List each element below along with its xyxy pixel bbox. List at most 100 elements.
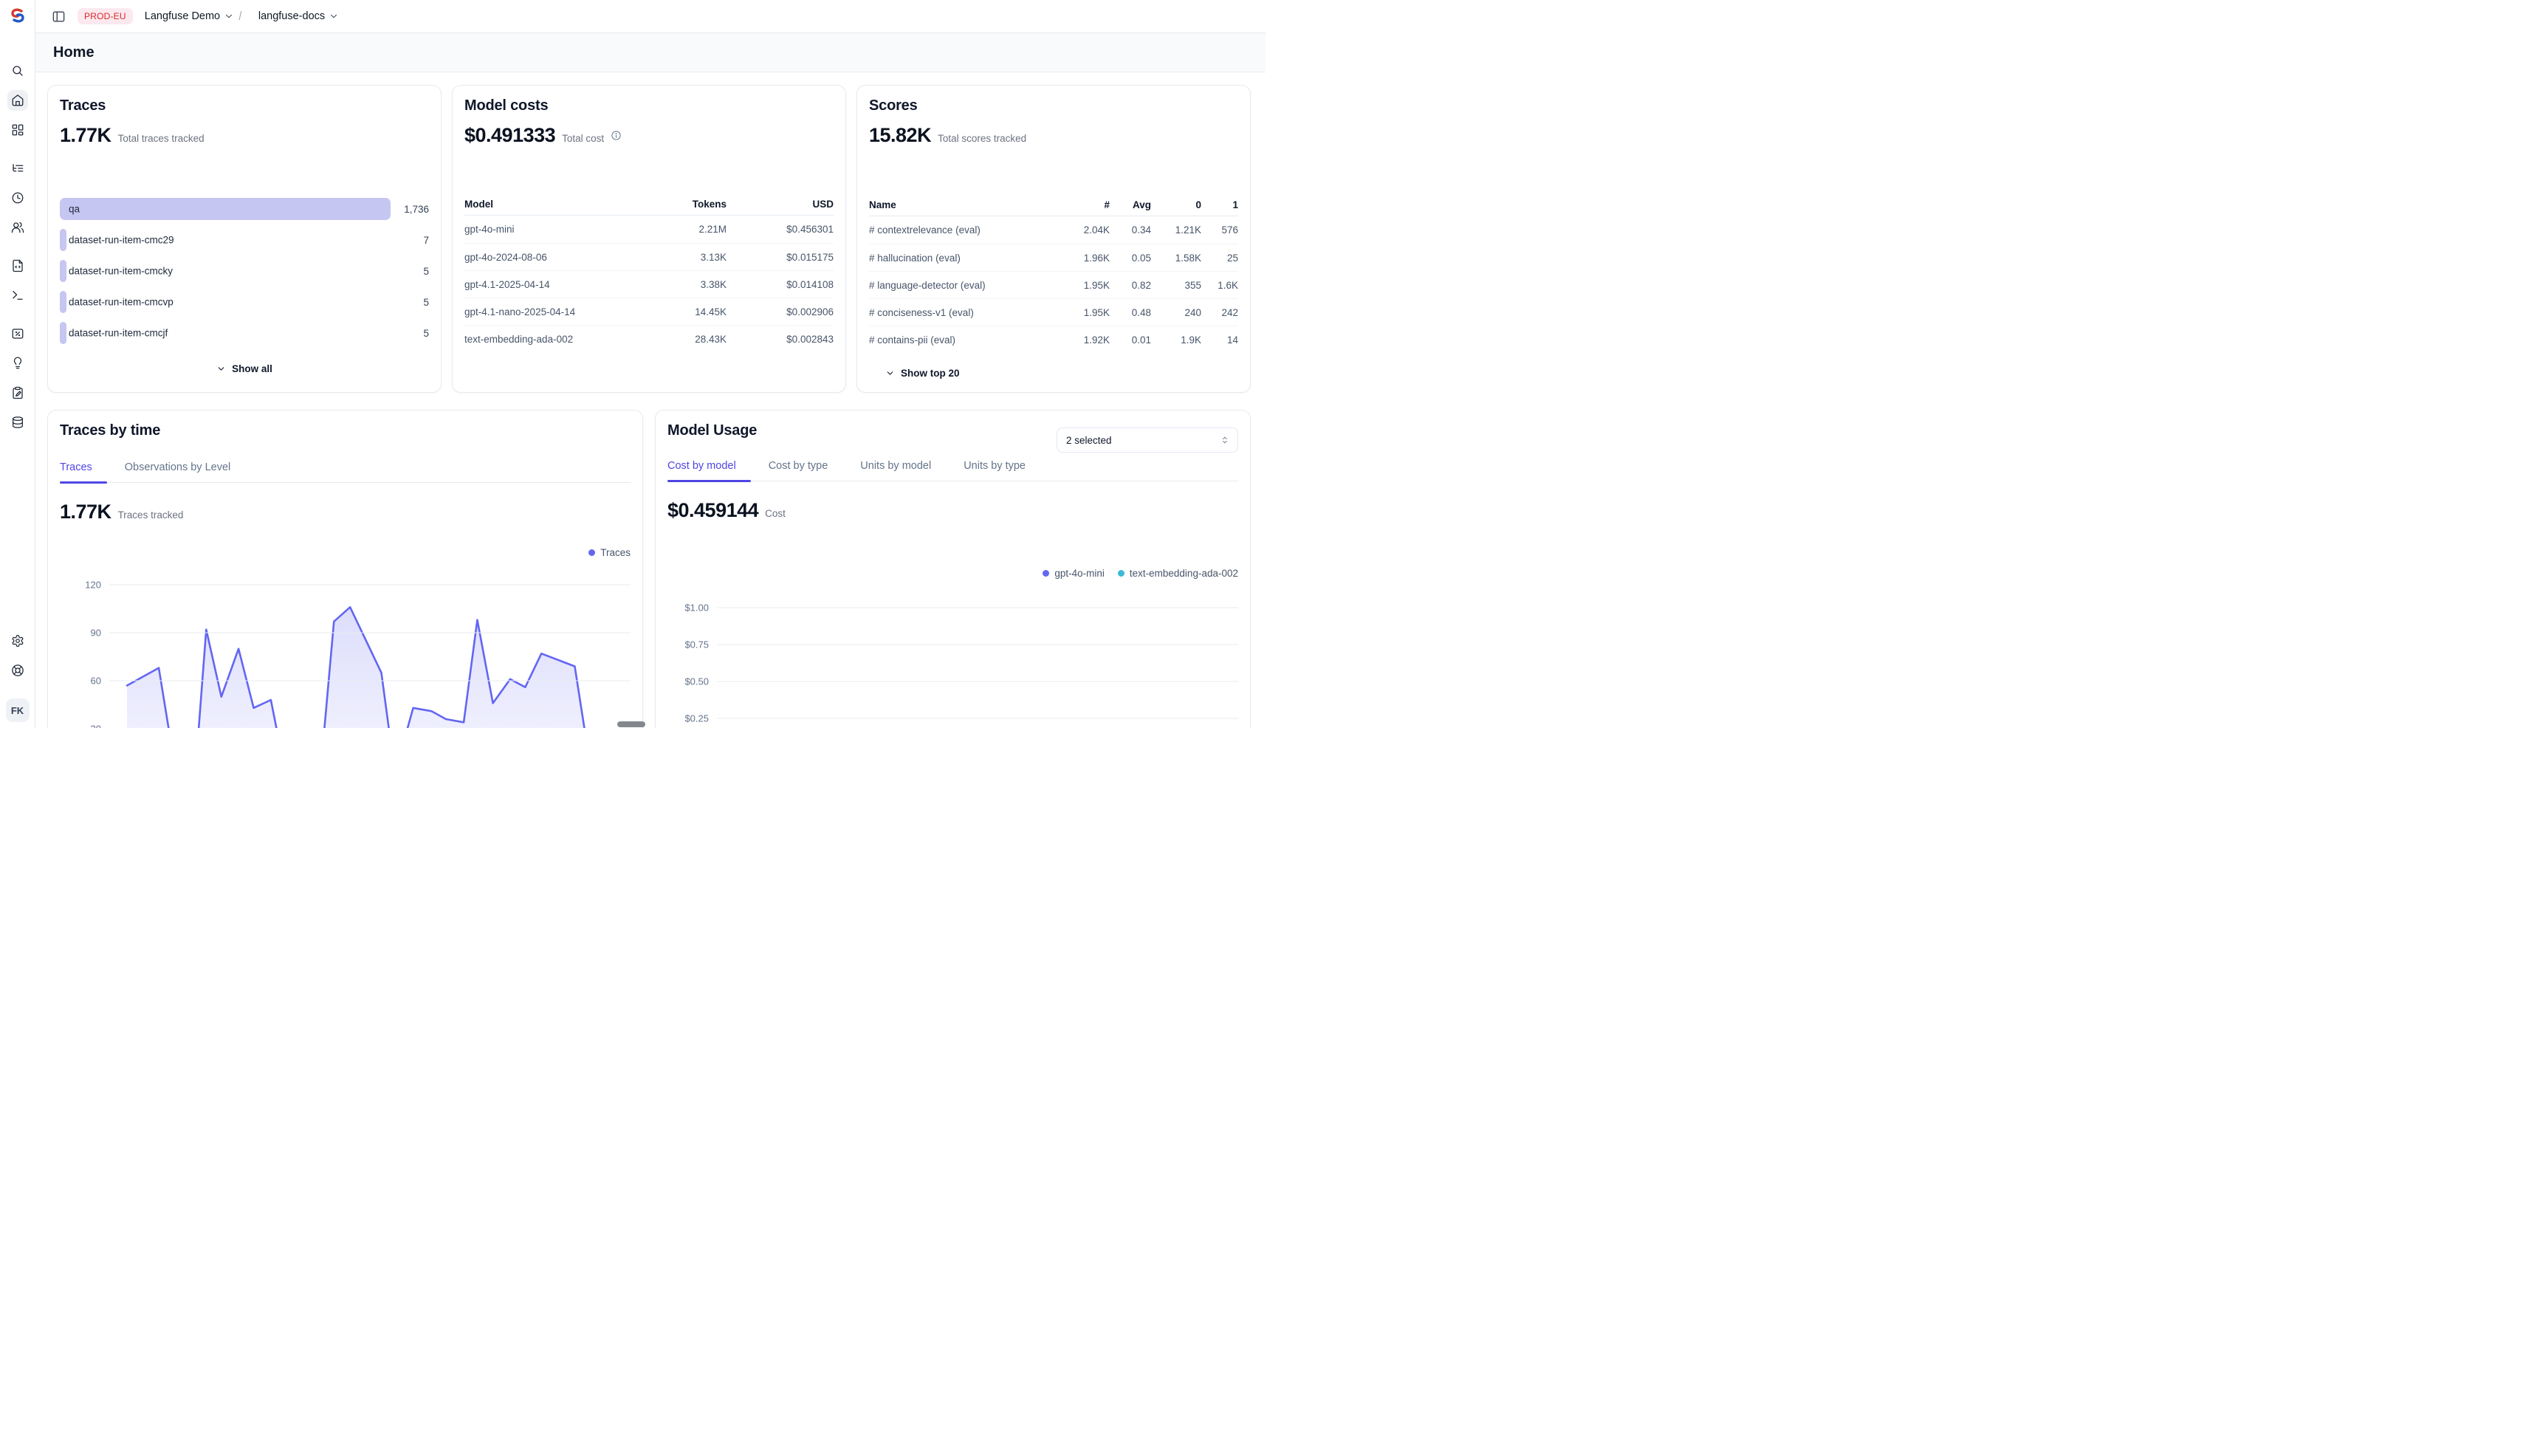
usage-chart-legend: gpt-4o-minitext-embedding-ada-002: [667, 568, 1238, 579]
sidebar-item-playground[interactable]: [7, 285, 28, 306]
trace-bar-label: dataset-run-item-cmcvp: [69, 297, 174, 308]
app-root: FK PROD-EU Langfuse Demo / langfuse-docs…: [0, 0, 1266, 728]
trace-bar-count: 7: [391, 235, 429, 246]
model-usage-title: Model Usage: [667, 422, 757, 439]
square-percent-icon: [11, 327, 24, 340]
sidebar-item-annotation[interactable]: [7, 382, 28, 403]
tab-cost-by-model[interactable]: Cost by model: [667, 460, 751, 481]
table-header-row: Name#Avg01: [869, 194, 1238, 216]
usage-cost-value: $0.459144: [667, 499, 758, 522]
sidebar-footer: FK: [0, 631, 35, 722]
table-row: # language-detector (eval)1.95K0.823551.…: [869, 271, 1238, 298]
legend-item: Traces: [588, 547, 631, 558]
tab-observations-by-level[interactable]: Observations by Level: [125, 461, 245, 482]
sidebar-item-home[interactable]: [7, 90, 28, 111]
trace-bar-label: dataset-run-item-cmc29: [69, 235, 174, 246]
model-usage-chart: $1.00$0.75$0.50$0.25: [667, 591, 1238, 728]
sidebar-item-dashboards[interactable]: [7, 120, 28, 140]
table-row: # hallucination (eval)1.96K0.051.58K25: [869, 244, 1238, 271]
trace-bar-count: 5: [391, 266, 429, 277]
scores-card: Scores 15.82K Total scores tracked Name#…: [856, 85, 1251, 393]
legend-dot: [1043, 570, 1049, 577]
sidebar-nav: [0, 61, 35, 442]
project-switcher[interactable]: langfuse-docs: [258, 10, 339, 22]
langfuse-logo-icon[interactable]: [9, 7, 27, 24]
traces-tracked-value: 1.77K: [60, 501, 111, 523]
org-switcher[interactable]: Langfuse Demo: [145, 10, 234, 22]
trace-bar-count: 1,736: [391, 204, 429, 215]
sidebar-item-search[interactable]: [7, 61, 28, 81]
y-axis-tick: 120: [60, 580, 631, 591]
traces-chart-legend: Traces: [60, 547, 631, 558]
chevrons-up-down-icon: [1220, 435, 1230, 445]
environment-badge[interactable]: PROD-EU: [78, 8, 133, 24]
model-costs-table: ModelTokensUSDgpt-4o-mini2.21M$0.456301g…: [464, 193, 834, 352]
trace-bar-label: dataset-run-item-cmcjf: [69, 328, 168, 339]
show-top-20-button[interactable]: Show top 20: [885, 368, 960, 379]
traces-line-chart-svg: [109, 569, 631, 728]
top-bar: PROD-EU Langfuse Demo / langfuse-docs: [35, 0, 1266, 32]
trace-bar: [60, 260, 66, 282]
traces-card-title: Traces: [60, 97, 429, 114]
sidebar-item-users[interactable]: [7, 217, 28, 238]
page-title: Home: [53, 44, 95, 61]
support-button[interactable]: [7, 660, 28, 681]
scores-table: Name#Avg01# contextrelevance (eval)2.04K…: [869, 194, 1238, 353]
sidebar-item-llm-judge[interactable]: [7, 353, 28, 374]
model-filter-select[interactable]: 2 selected: [1057, 427, 1238, 453]
y-axis-tick: $1.00: [667, 602, 1238, 614]
user-avatar[interactable]: FK: [6, 698, 30, 722]
tab-units-by-type[interactable]: Units by type: [964, 460, 1040, 481]
terminal-icon: [11, 289, 24, 302]
sidebar-item-sessions[interactable]: [7, 188, 28, 208]
tab-units-by-model[interactable]: Units by model: [860, 460, 946, 481]
table-row: # contextrelevance (eval)2.04K0.341.21K5…: [869, 216, 1238, 244]
usage-cost-label: Cost: [765, 508, 786, 519]
show-all-button[interactable]: Show all: [216, 363, 272, 374]
sidebar-item-evaluation[interactable]: [7, 323, 28, 344]
scores-metric-value: 15.82K: [869, 124, 931, 147]
database-icon: [11, 416, 24, 429]
y-axis-tick: $0.75: [667, 639, 1238, 650]
clock-icon: [11, 191, 24, 205]
y-axis-tick: 60: [60, 676, 631, 687]
chevron-down-icon: [329, 11, 339, 21]
model-costs-metric-value: $0.491333: [464, 124, 555, 147]
trace-bar: [60, 322, 66, 344]
table-row: gpt-4.1-2025-04-143.38K$0.014108: [464, 270, 834, 298]
model-usage-tabs: Cost by model Cost by type Units by model U…: [667, 460, 1238, 481]
trace-bar-label: dataset-run-item-cmcky: [69, 266, 173, 277]
sidebar-item-tracing[interactable]: [7, 158, 28, 179]
gear-icon: [11, 634, 24, 648]
main-column: PROD-EU Langfuse Demo / langfuse-docs Ho…: [35, 0, 1266, 728]
legend-item: gpt-4o-mini: [1043, 568, 1105, 579]
table-row: # contains-pii (eval)1.92K0.011.9K14: [869, 326, 1238, 353]
sidebar-item-prompts[interactable]: [7, 255, 28, 276]
sidebar-item-datasets[interactable]: [7, 412, 28, 433]
tab-cost-by-type[interactable]: Cost by type: [769, 460, 843, 481]
search-icon: [11, 64, 24, 78]
traces-by-time-card: Traces by time Traces Observations by Lev…: [47, 410, 643, 728]
trace-bar-track: dataset-run-item-cmcky: [60, 260, 391, 282]
sidebar-toggle-button[interactable]: [49, 7, 69, 27]
trace-bar-track: dataset-run-item-cmcvp: [60, 291, 391, 313]
scores-metric-label: Total scores tracked: [938, 133, 1026, 144]
chevron-down-icon: [224, 11, 234, 21]
trace-bar-count: 5: [391, 297, 429, 308]
traces-metric-value: 1.77K: [60, 124, 111, 147]
trace-bar-label: qa: [69, 204, 80, 215]
trace-bar-row: qa 1,736: [60, 198, 429, 220]
traces-distribution-list: qa 1,736 dataset-run-item-cmc29 7 dataset-ru…: [60, 198, 429, 344]
table-row: gpt-4o-2024-08-063.13K$0.015175: [464, 243, 834, 270]
tab-traces[interactable]: Traces: [60, 461, 107, 482]
traces-by-time-tabs: Traces Observations by Level: [60, 461, 631, 483]
trace-bar: [60, 291, 66, 313]
settings-button[interactable]: [7, 631, 28, 651]
traces-by-time-title: Traces by time: [60, 422, 631, 439]
trace-bar: [60, 229, 66, 251]
table-row: text-embedding-ada-00228.43K$0.002843: [464, 325, 834, 352]
horizontal-scrollbar-thumb[interactable]: [617, 721, 645, 727]
traces-metric-label: Total traces tracked: [118, 133, 205, 144]
traces-card: Traces 1.77K Total traces tracked qa 1,73…: [47, 85, 442, 393]
total-cost-info-button[interactable]: [611, 130, 622, 141]
